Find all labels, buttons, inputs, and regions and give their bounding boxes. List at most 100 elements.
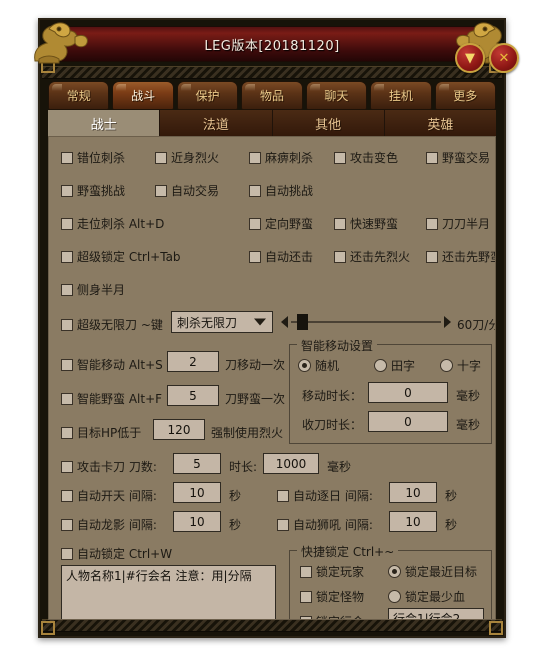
slider-arrow-left-icon[interactable] [281,316,288,328]
slider-track[interactable] [291,314,441,330]
radio-dot [374,359,387,372]
blade-mode-select[interactable]: 刺杀无限刀 [171,311,273,333]
blade-rate-slider[interactable] [281,313,451,331]
checkbox-label: 定向野蛮 [265,217,314,231]
move-time-input[interactable]: 0 [368,382,448,403]
group-caption: 快捷锁定 Ctrl+~ [297,543,399,560]
ornament-band-top [42,66,502,79]
title-bar[interactable]: LEG版本[20181120] ▼ ✕ [34,22,519,73]
checkbox-mabi-cisha[interactable]: 麻痹刺杀 [249,149,313,166]
checkbox-zidong-jiaoyi[interactable]: 自动交易 [155,182,219,199]
checkbox-chaoji-wuxian-dao[interactable]: 超级无限刀 ~键 [61,316,163,333]
minimize-button[interactable]: ▼ [455,43,485,73]
checkbox-zhineng-yidong[interactable]: 智能移动 Alt+S [61,356,163,373]
checkbox-huanji-xian-liehuo[interactable]: 还击先烈火 [334,248,410,265]
chevron-down-icon [254,318,266,326]
radio-lock-lowest-hp[interactable]: 锁定最少血 [388,588,465,605]
checkbox-box [426,217,438,230]
lock-guild-input[interactable]: 行会1|行会2 [388,608,484,619]
checkbox-box [277,518,289,531]
longying-unit: 秒 [229,518,242,532]
checkbox-label: 智能野蛮 Alt+F [77,392,163,406]
checkbox-label: 锁定怪物 [316,590,365,604]
zhuri-interval-input[interactable]: 10 [389,482,437,503]
radio-lock-nearest[interactable]: 锁定最近目标 [388,563,477,580]
checkbox-box [426,250,438,263]
checkbox-suoding-guaiwu[interactable]: 锁定怪物 [300,588,364,605]
checkbox-label: 侧身半月 [77,283,126,297]
sub-tab-2[interactable]: 其他 [272,110,385,136]
lock-names-textarea[interactable]: 人物名称1|#行会名 注意：用|分隔 [61,565,276,619]
target-hp-input[interactable]: 120 [153,419,205,440]
checkbox-jinshen-liehuo[interactable]: 近身烈火 [155,149,219,166]
kaitian-interval-input[interactable]: 10 [173,482,221,503]
radio-dot [388,565,401,578]
radio-random[interactable]: 随机 [298,357,339,374]
slider-thumb[interactable] [296,314,308,330]
main-tab-1[interactable]: 战斗 [112,81,174,110]
checkbox-suoding-wanjia[interactable]: 锁定玩家 [300,563,364,580]
checkbox-dingxiang-yeman[interactable]: 定向野蛮 [249,215,313,232]
checkbox-label: 攻击卡刀 刀数: [77,460,157,474]
ka-dao-duration-input[interactable]: 1000 [263,453,319,474]
checkbox-zhineng-yeman[interactable]: 智能野蛮 Alt+F [61,390,162,407]
checkbox-box [277,489,289,502]
checkbox-cuowei-cisha[interactable]: 错位刺杀 [61,149,125,166]
checkbox-mubiao-hp[interactable]: 目标HP低于 [61,424,141,441]
sub-tab-0[interactable]: 战士 [48,110,161,136]
move-time-unit: 毫秒 [456,389,481,403]
checkbox-suoding-hanghui[interactable]: 锁定行会: [300,613,368,619]
radio-cross-pattern[interactable]: 十字 [440,357,481,374]
quick-lock-group: 快捷锁定 Ctrl+~ 锁定玩家 锁定最近目标 锁定怪物 锁定最少血 锁定行会:… [289,543,492,619]
radio-tian-pattern[interactable]: 田字 [374,357,415,374]
checkbox-box [249,250,261,263]
checkbox-zidong-suoding[interactable]: 自动锁定 Ctrl+W [61,545,172,562]
checkbox-zidong-tiaozhan[interactable]: 自动挑战 [249,182,313,199]
checkbox-box [61,151,73,164]
group-caption: 智能移动设置 [297,337,378,354]
radio-dot [440,359,453,372]
main-tab-label: 战斗 [131,89,156,103]
main-tab-5[interactable]: 挂机 [370,81,432,110]
checkbox-label: 自动狮吼 间隔: [293,518,373,532]
checkbox-yeman-tiaozhan[interactable]: 野蛮挑战 [61,182,125,199]
checkbox-huanji-xian-yeman[interactable]: 还击先野蛮 [426,248,495,265]
checkbox-box [61,489,73,502]
smart-savage-count-input[interactable]: 5 [167,385,219,406]
slider-arrow-right-icon[interactable] [444,316,451,328]
sub-tab-1[interactable]: 法道 [160,110,273,136]
checkbox-zidong-zhuri[interactable]: 自动逐日 间隔: [277,487,373,504]
close-button[interactable]: ✕ [489,43,519,73]
checkbox-chaoji-suoding[interactable]: 超级锁定 Ctrl+Tab [61,248,181,265]
sheath-time-input[interactable]: 0 [368,411,448,432]
ka-dao-count-input[interactable]: 5 [173,453,221,474]
checkbox-gongji-kadao[interactable]: 攻击卡刀 刀数: [61,458,157,475]
checkbox-box [249,184,261,197]
checkbox-daodao-banyue[interactable]: 刀刀半月 [426,215,490,232]
checkbox-zouwei-cisha[interactable]: 走位刺杀 Alt+D [61,215,164,232]
checkbox-label: 野蛮挑战 [77,184,126,198]
shihou-interval-input[interactable]: 10 [389,511,437,532]
main-tab-2[interactable]: 保护 [176,81,239,110]
checkbox-box [61,392,73,405]
main-tab-label: 物品 [259,89,284,103]
checkbox-zidong-huanji[interactable]: 自动还击 [249,248,313,265]
checkbox-zidong-longying[interactable]: 自动龙影 间隔: [61,516,157,533]
main-tab-6[interactable]: 更多 [434,81,496,110]
checkbox-ceshen-banyue[interactable]: 侧身半月 [61,281,125,298]
smart-move-count-input[interactable]: 2 [167,351,219,372]
checkbox-kuaisu-yeman[interactable]: 快速野蛮 [334,215,398,232]
sub-tab-3[interactable]: 英雄 [384,110,496,136]
checkbox-zidong-shihou[interactable]: 自动狮吼 间隔: [277,516,373,533]
checkbox-gongji-bianse[interactable]: 攻击变色 [334,149,398,166]
main-tab-0[interactable]: 常规 [48,81,110,110]
main-tab-3[interactable]: 物品 [241,81,303,110]
checkbox-box [61,250,73,263]
kaitian-unit: 秒 [229,489,242,503]
main-tab-4[interactable]: 聊天 [305,81,368,110]
checkbox-label: 快速野蛮 [350,217,399,231]
checkbox-yeman-jiaoyi[interactable]: 野蛮交易 [426,149,490,166]
checkbox-zidong-kaitian[interactable]: 自动开天 间隔: [61,487,157,504]
longying-interval-input[interactable]: 10 [173,511,221,532]
target-hp-suffix: 强制使用烈火 [211,426,284,440]
